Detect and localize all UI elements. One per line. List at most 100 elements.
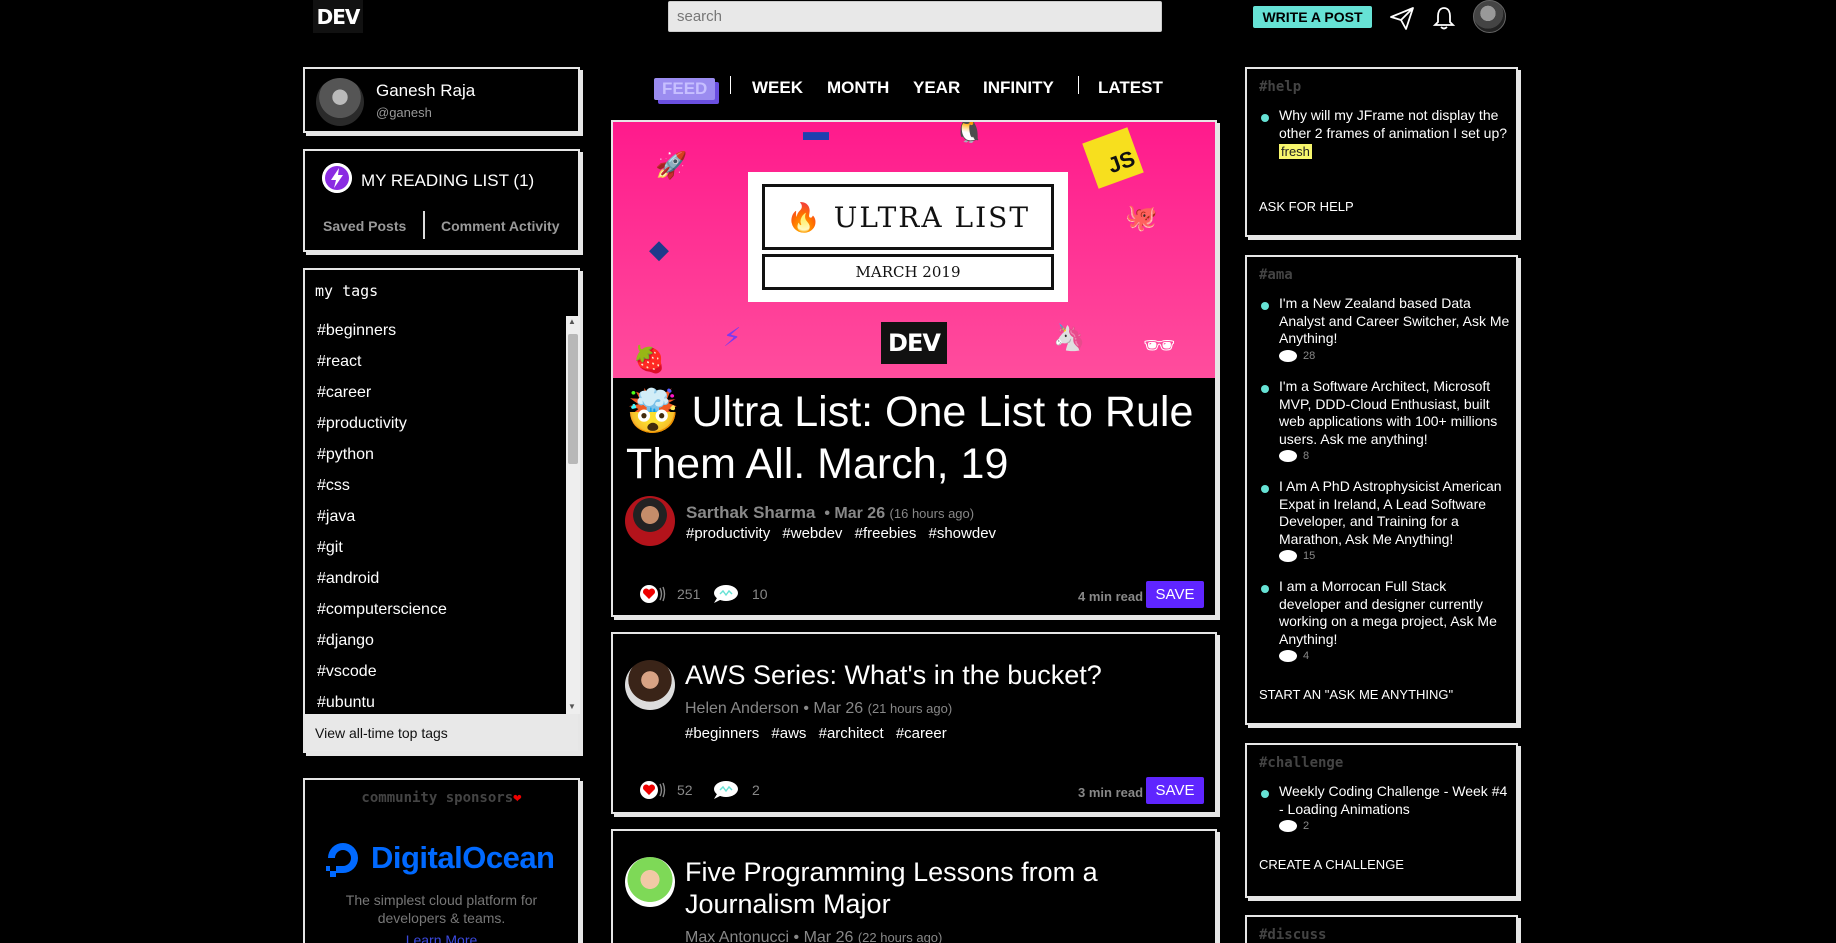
- learn-more-link[interactable]: Learn More: [305, 932, 578, 943]
- discuss-header[interactable]: #discuss: [1259, 927, 1326, 943]
- tab-saved-posts[interactable]: Saved Posts: [323, 218, 406, 234]
- create-challenge-link[interactable]: CREATE A CHALLENGE: [1259, 857, 1404, 872]
- tag-link[interactable]: #career: [305, 378, 564, 409]
- author-avatar[interactable]: [625, 660, 675, 710]
- article-tag[interactable]: #aws: [771, 725, 806, 742]
- help-item[interactable]: Why will my JFrame not display the other…: [1261, 107, 1511, 161]
- author-name[interactable]: Helen Anderson: [685, 700, 799, 717]
- bullet-dot: [1261, 790, 1269, 798]
- paper-plane-icon[interactable]: [1388, 4, 1416, 32]
- comment-count: 15: [1279, 550, 1511, 562]
- article-tag[interactable]: #showdev: [929, 525, 997, 542]
- reading-list-title[interactable]: MY READING LIST (1): [361, 171, 534, 191]
- save-button[interactable]: SAVE: [1146, 777, 1204, 804]
- nav-separator: [730, 76, 731, 94]
- article-tag[interactable]: #webdev: [782, 525, 842, 542]
- digitalocean-wordmark: DigitalOcean: [371, 840, 555, 875]
- my-tags-header: my tags: [315, 282, 379, 300]
- bell-icon[interactable]: [1430, 4, 1458, 32]
- article-tag[interactable]: #architect: [819, 725, 884, 742]
- tag-link[interactable]: #ubuntu: [305, 688, 564, 714]
- article-tag[interactable]: #freebies: [855, 525, 917, 542]
- comments-button[interactable]: 2: [712, 780, 760, 800]
- challenge-item-title[interactable]: Weekly Coding Challenge - Week #4 - Load…: [1279, 783, 1511, 818]
- scroll-down-icon[interactable]: ▼: [568, 702, 576, 711]
- article-title[interactable]: Five Programming Lessons from a Journali…: [685, 856, 1205, 920]
- sponsor-description-line: The simplest cloud platform for: [345, 892, 538, 908]
- tab-latest[interactable]: LATEST: [1098, 78, 1163, 98]
- ask-for-help-link[interactable]: ASK FOR HELP: [1259, 199, 1354, 214]
- ama-item-title[interactable]: I'm a New Zealand based Data Analyst and…: [1279, 295, 1511, 348]
- bullet-dot: [1261, 385, 1269, 393]
- bullet-dot: [1261, 114, 1269, 122]
- article-tag[interactable]: #career: [896, 725, 947, 742]
- tag-link[interactable]: #productivity: [305, 409, 564, 440]
- save-button[interactable]: SAVE: [1146, 581, 1204, 608]
- ama-header[interactable]: #ama: [1259, 267, 1293, 283]
- tag-link[interactable]: #android: [305, 564, 564, 595]
- digitalocean-logo[interactable]: DigitalOcean: [323, 838, 555, 878]
- scrollbar-thumb[interactable]: [568, 334, 578, 464]
- author-avatar[interactable]: [625, 857, 675, 907]
- tag-link[interactable]: #python: [305, 440, 564, 471]
- tab-year[interactable]: YEAR: [913, 78, 960, 98]
- reactions-button[interactable]: 251: [639, 584, 700, 604]
- view-top-tags-link[interactable]: View all-time top tags: [305, 714, 578, 751]
- ama-item[interactable]: I'm a Software Architect, Microsoft MVP,…: [1261, 378, 1511, 462]
- comment-bubble-icon: [1279, 820, 1297, 832]
- article-card[interactable]: AWS Series: What's in the bucket? Helen …: [611, 632, 1217, 814]
- profile-card[interactable]: Ganesh Raja @ganesh: [303, 67, 580, 133]
- ama-item-title[interactable]: I Am A PhD Astrophysicist American Expat…: [1279, 478, 1511, 548]
- article-card[interactable]: Five Programming Lessons from a Journali…: [611, 829, 1217, 943]
- ama-item-title[interactable]: I am a Morrocan Full Stack developer and…: [1279, 578, 1511, 648]
- start-ama-link[interactable]: START AN "ASK ME ANYTHING": [1259, 687, 1453, 702]
- article-tag[interactable]: #productivity: [686, 525, 770, 542]
- tag-list-scrollbar[interactable]: ▲ ▼: [566, 316, 580, 714]
- author-name[interactable]: Sarthak Sharma: [686, 503, 815, 522]
- tag-link[interactable]: #beginners: [305, 316, 564, 347]
- tag-link[interactable]: #react: [305, 347, 564, 378]
- search-input[interactable]: [668, 1, 1162, 32]
- author-name[interactable]: Max Antonucci: [685, 929, 789, 943]
- help-header[interactable]: #help: [1259, 79, 1301, 95]
- tag-link[interactable]: #git: [305, 533, 564, 564]
- tab-comment-activity[interactable]: Comment Activity: [441, 218, 560, 234]
- tab-feed[interactable]: FEED: [654, 78, 716, 100]
- tag-link[interactable]: #java: [305, 502, 564, 533]
- sponsor-description: The simplest cloud platform for develope…: [305, 891, 578, 927]
- article-cover-image[interactable]: 🚀 ◆ 🐧 ▬ JS 🐙 ⚡ 🍓 🦄 🕶 🔥 ULTRA LIST MARCH …: [613, 122, 1215, 378]
- tab-infinity[interactable]: INFINITY: [983, 78, 1054, 98]
- article-card[interactable]: 🚀 ◆ 🐧 ▬ JS 🐙 ⚡ 🍓 🦄 🕶 🔥 ULTRA LIST MARCH …: [611, 120, 1217, 617]
- write-post-button[interactable]: WRITE A POST: [1253, 6, 1372, 28]
- ama-item[interactable]: I am a Morrocan Full Stack developer and…: [1261, 578, 1511, 662]
- heart-icon: ❤: [513, 790, 522, 806]
- scroll-up-icon[interactable]: ▲: [568, 317, 576, 326]
- tag-link[interactable]: #vscode: [305, 657, 564, 688]
- profile-name[interactable]: Ganesh Raja: [376, 81, 475, 101]
- tag-link[interactable]: #computerscience: [305, 595, 564, 626]
- reaction-count: 251: [677, 586, 701, 602]
- challenge-item[interactable]: Weekly Coding Challenge - Week #4 - Load…: [1261, 783, 1511, 832]
- article-title[interactable]: AWS Series: What's in the bucket?: [685, 659, 1205, 691]
- challenge-header[interactable]: #challenge: [1259, 755, 1343, 771]
- reaction-count: 52: [677, 782, 693, 798]
- comments-button[interactable]: 10: [712, 584, 768, 604]
- article-title[interactable]: 🤯 Ultra List: One List to Rule Them All.…: [626, 386, 1206, 490]
- tag-link[interactable]: #css: [305, 471, 564, 502]
- tab-month[interactable]: MONTH: [827, 78, 889, 98]
- author-avatar[interactable]: [625, 496, 675, 546]
- reactions-button[interactable]: 52: [639, 780, 693, 800]
- tag-link[interactable]: #django: [305, 626, 564, 657]
- profile-avatar[interactable]: [316, 78, 364, 126]
- read-time: 3 min read: [1078, 785, 1144, 800]
- ama-item[interactable]: I Am A PhD Astrophysicist American Expat…: [1261, 478, 1511, 562]
- tab-week[interactable]: WEEK: [752, 78, 803, 98]
- top-bar: DEV WRITE A POST: [0, 0, 1836, 34]
- article-tag[interactable]: #beginners: [685, 725, 759, 742]
- user-avatar[interactable]: [1473, 0, 1506, 33]
- dev-logo[interactable]: DEV: [313, 0, 363, 33]
- ama-item-title[interactable]: I'm a Software Architect, Microsoft MVP,…: [1279, 378, 1511, 448]
- article-meta: Helen Anderson • Mar 26 (21 hours ago): [685, 700, 952, 718]
- help-item-title[interactable]: Why will my JFrame not display the other…: [1279, 107, 1511, 142]
- ama-item[interactable]: I'm a New Zealand based Data Analyst and…: [1261, 295, 1511, 362]
